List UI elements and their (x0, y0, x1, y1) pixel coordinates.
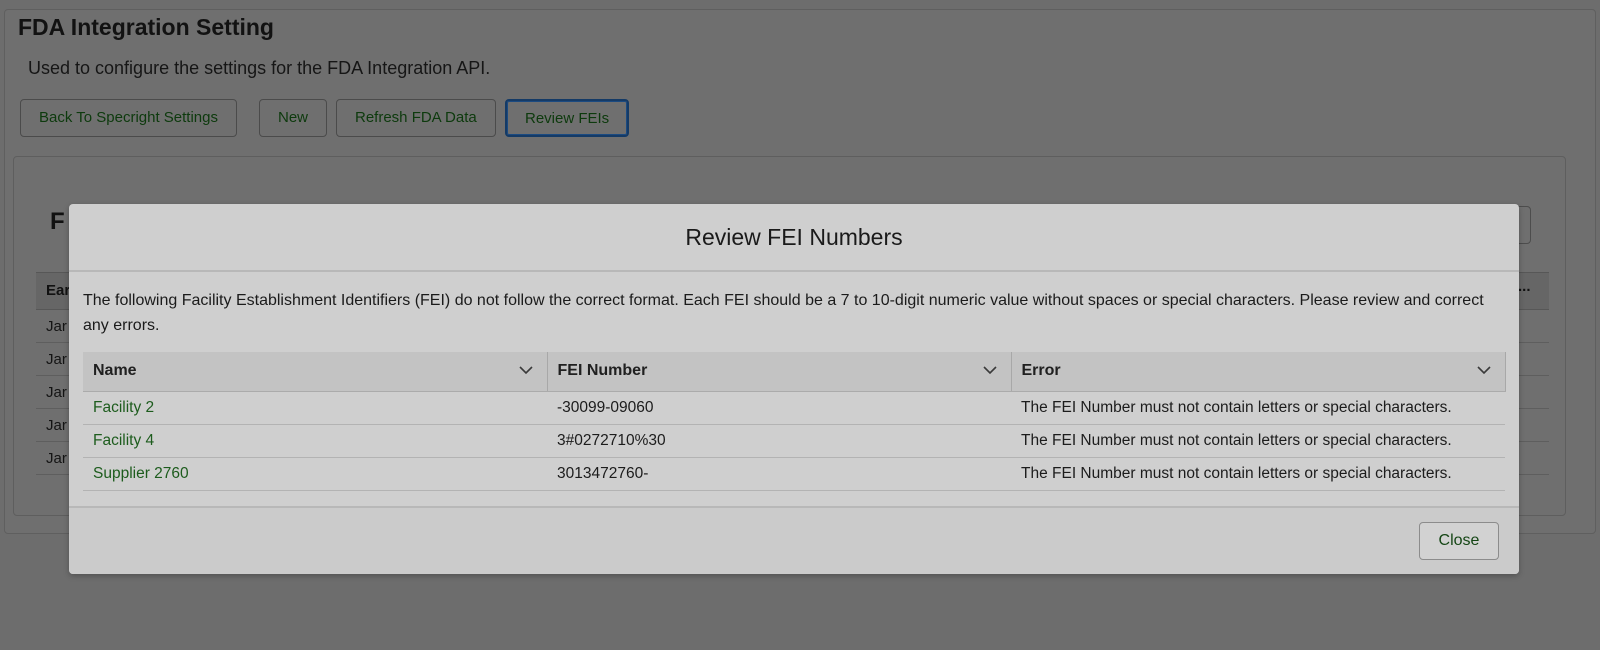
facility-link[interactable]: Facility 4 (93, 432, 154, 449)
page-title: FDA Integration Setting (18, 14, 274, 40)
refresh-fda-data-button[interactable]: Refresh FDA Data (336, 99, 496, 137)
fei-table: Name FEI Number Error Facility 2 -30099-… (83, 352, 1506, 491)
modal-footer: Close (69, 506, 1519, 574)
table-row: Facility 2 -30099-09060 The FEI Number m… (83, 391, 1505, 425)
column-header-label: Error (1021, 362, 1061, 380)
close-button[interactable]: Close (1419, 522, 1499, 560)
modal-header: Review FEI Numbers (69, 204, 1519, 272)
error-cell: The FEI Number must not contain letters … (1011, 457, 1505, 491)
page-description: Used to configure the settings for the F… (28, 58, 491, 78)
chevron-down-icon[interactable] (518, 365, 533, 375)
chevron-down-icon[interactable] (982, 365, 997, 375)
table-row: Supplier 2760 3013472760- The FEI Number… (83, 457, 1505, 491)
error-cell: The FEI Number must not contain letters … (1011, 391, 1505, 425)
supplier-link[interactable]: Supplier 2760 (93, 465, 189, 482)
table-header-row: Name FEI Number Error (83, 352, 1506, 392)
modal-body: The following Facility Establishment Ide… (69, 272, 1519, 491)
column-header-fei-number[interactable]: FEI Number (547, 352, 1012, 392)
fei-number-cell: 3#0272710%30 (547, 424, 1011, 458)
background-column-label: Ear (46, 282, 71, 299)
modal-description: The following Facility Establishment Ide… (83, 292, 1484, 334)
background-column-menu[interactable]: ... (1518, 278, 1531, 295)
modal-title: Review FEI Numbers (685, 223, 903, 250)
column-header-error[interactable]: Error (1011, 352, 1506, 392)
chevron-down-icon[interactable] (1476, 365, 1491, 375)
card-heading: F (50, 208, 65, 235)
background-cell: Jar (46, 417, 67, 434)
background-cell: Jar (46, 384, 67, 401)
new-button[interactable]: New (259, 99, 328, 137)
column-header-name[interactable]: Name (83, 352, 548, 392)
background-cell: Jar (46, 351, 67, 368)
error-cell: The FEI Number must not contain letters … (1011, 424, 1505, 458)
review-feis-button[interactable]: Review FEIs (505, 99, 630, 137)
background-cell: Jar (46, 318, 67, 335)
background-cell: Jar (46, 450, 67, 467)
back-to-settings-button[interactable]: Back To Specright Settings (20, 99, 237, 137)
table-row: Facility 4 3#0272710%30 The FEI Number m… (83, 424, 1505, 458)
fei-number-cell: 3013472760- (547, 457, 1011, 491)
facility-link[interactable]: Facility 2 (93, 399, 154, 416)
review-fei-modal: Review FEI Numbers The following Facilit… (69, 204, 1519, 574)
fei-number-cell: -30099-09060 (547, 391, 1011, 425)
column-header-label: Name (93, 362, 137, 380)
column-header-label: FEI Number (557, 362, 648, 380)
